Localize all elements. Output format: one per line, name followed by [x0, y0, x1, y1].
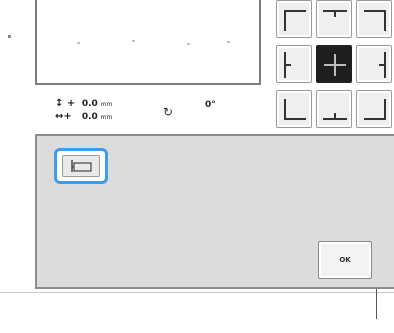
position-readout: ↕ + 0.0 mm ↔+ 0.0 mm	[55, 97, 265, 127]
position-center-button[interactable]	[316, 45, 352, 83]
ok-button[interactable]: OK	[318, 241, 372, 279]
corner-top-right-icon	[364, 10, 386, 31]
embroidery-layout-screen: ↕ + 0.0 mm ↔+ 0.0 mm ↻ 0° OK	[0, 0, 394, 333]
layout-button-face	[62, 155, 100, 177]
corner-top-left-icon	[284, 10, 306, 31]
position-grid	[264, 0, 394, 130]
rotate-icon: ↻	[163, 105, 174, 119]
preview-mark	[77, 42, 80, 44]
vertical-offset-value: 0.0	[81, 99, 98, 109]
horizontal-offset-row: ↔+ 0.0 mm	[55, 110, 112, 123]
position-bottom-right-button[interactable]	[356, 90, 392, 128]
vertical-arrow-icon: ↕ +	[55, 98, 76, 109]
position-top-left-button[interactable]	[276, 0, 312, 38]
position-top-center-button[interactable]	[316, 0, 352, 38]
vertical-offset-row: ↕ + 0.0 mm	[55, 97, 112, 110]
position-top-right-button[interactable]	[356, 0, 392, 38]
horizontal-offset-unit: mm	[100, 114, 113, 121]
angle-value: 0°	[205, 100, 216, 110]
align-left-frame-icon	[71, 160, 92, 172]
corner-bottom-left-icon	[284, 99, 306, 120]
crosshair-icon	[324, 54, 346, 76]
vertical-offset-unit: mm	[100, 101, 113, 108]
corner-bottom-right-icon	[364, 99, 386, 120]
horizontal-arrow-icon: ↔+	[55, 111, 72, 122]
margin-mark	[8, 35, 11, 38]
position-bottom-left-button[interactable]	[276, 90, 312, 128]
callout-leader-line	[376, 289, 377, 319]
edge-bottom-icon	[323, 113, 347, 120]
edge-top-icon	[323, 10, 347, 17]
layout-select-button[interactable]	[54, 148, 108, 184]
position-middle-right-button[interactable]	[356, 45, 392, 83]
position-middle-left-button[interactable]	[276, 45, 312, 83]
bottom-divider	[0, 292, 394, 293]
horizontal-offset-value: 0.0	[81, 112, 98, 122]
preview-mark	[227, 41, 230, 43]
preview-mark	[132, 40, 135, 42]
position-bottom-center-button[interactable]	[316, 90, 352, 128]
edge-right-icon	[379, 52, 386, 78]
edge-left-icon	[284, 52, 291, 78]
embroidery-preview-area	[35, 0, 261, 85]
preview-mark	[187, 43, 190, 45]
